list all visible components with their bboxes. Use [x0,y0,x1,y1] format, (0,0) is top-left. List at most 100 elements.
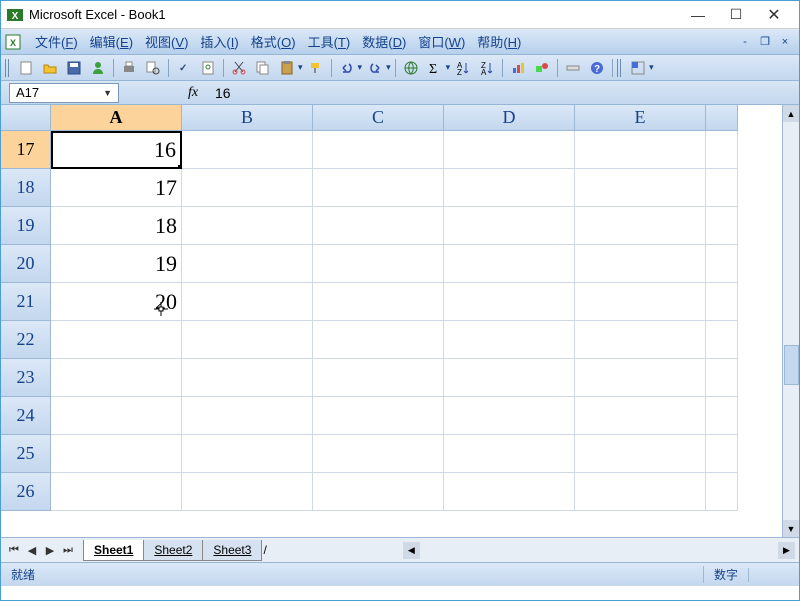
cell[interactable] [444,131,575,169]
sheet-tab[interactable]: Sheet2 [143,540,203,561]
spelling-button[interactable]: ✓ [173,57,195,79]
cell[interactable] [706,283,738,321]
cell[interactable] [313,435,444,473]
scroll-thumb[interactable] [784,345,799,385]
cell[interactable] [575,131,706,169]
menu-window[interactable]: 窗口(W) [412,30,471,53]
drawing-button[interactable] [531,57,553,79]
mdi-close-button[interactable]: × [777,35,793,49]
column-header[interactable]: C [313,105,444,131]
menu-format[interactable]: 格式(O) [245,30,302,53]
column-header[interactable]: A [51,105,182,131]
row-header[interactable]: 22 [1,321,51,359]
select-all-corner[interactable] [1,105,51,131]
cell[interactable] [313,131,444,169]
tab-prev-button[interactable]: ◀ [23,542,41,558]
toolbar-grip-2[interactable] [617,59,623,77]
row-header[interactable]: 25 [1,435,51,473]
hyperlink-button[interactable] [400,57,422,79]
borders-button[interactable] [627,57,649,79]
scroll-down-button[interactable]: ▼ [783,520,799,537]
cell[interactable] [51,435,182,473]
minimize-button[interactable]: — [679,5,717,25]
sort-asc-button[interactable]: AZ [452,57,474,79]
toolbar-grip[interactable] [5,59,11,77]
cell[interactable]: 19 [51,245,182,283]
cut-button[interactable] [228,57,250,79]
cell[interactable] [706,435,738,473]
cell[interactable] [444,283,575,321]
spreadsheet-grid[interactable]: ABCDE171618171918201921202223242526 [1,105,738,537]
excel-doc-icon[interactable]: X [5,33,23,51]
permissions-button[interactable] [87,57,109,79]
cell[interactable] [575,473,706,511]
cell[interactable] [313,207,444,245]
scroll-left-button[interactable]: ◀ [403,542,420,559]
sort-desc-button[interactable]: ZA [476,57,498,79]
cell[interactable]: 18 [51,207,182,245]
scroll-right-button[interactable]: ▶ [778,542,795,559]
cell[interactable] [444,245,575,283]
cell[interactable] [575,245,706,283]
cell[interactable] [706,207,738,245]
cell[interactable] [313,321,444,359]
cell[interactable] [706,245,738,283]
menu-data[interactable]: 数据(D) [356,30,412,53]
cell[interactable] [575,359,706,397]
fx-icon[interactable]: fx [185,85,201,101]
format-painter-button[interactable] [305,57,327,79]
new-button[interactable] [15,57,37,79]
cell[interactable] [182,435,313,473]
zoom-button[interactable] [562,57,584,79]
cell[interactable] [706,359,738,397]
scroll-up-button[interactable]: ▲ [783,105,799,122]
chart-button[interactable] [507,57,529,79]
cell[interactable] [182,169,313,207]
close-button[interactable]: ✕ [755,5,793,25]
cell[interactable] [444,397,575,435]
cell[interactable] [313,283,444,321]
menu-tools[interactable]: 工具(T) [302,30,357,53]
name-box-dropdown-icon[interactable]: ▼ [103,88,112,98]
sheet-tab[interactable]: Sheet3 [202,540,262,561]
column-header[interactable]: D [444,105,575,131]
cell[interactable] [182,207,313,245]
cell[interactable] [51,473,182,511]
column-header[interactable]: B [182,105,313,131]
tab-last-button[interactable]: ⏭ [59,542,77,558]
cell[interactable] [444,359,575,397]
name-box[interactable]: A17 ▼ [9,83,119,103]
cell[interactable] [182,131,313,169]
cell[interactable] [313,397,444,435]
cell[interactable] [575,283,706,321]
menu-help[interactable]: 帮助(H) [471,30,527,53]
sheet-tab[interactable]: Sheet1 [83,540,144,561]
tab-first-button[interactable]: ⏮ [5,542,23,558]
mdi-minimize-button[interactable]: - [737,35,753,49]
cell[interactable] [575,321,706,359]
cell[interactable] [575,435,706,473]
cell[interactable] [706,473,738,511]
open-button[interactable] [39,57,61,79]
maximize-button[interactable]: ☐ [717,5,755,25]
row-header[interactable]: 24 [1,397,51,435]
cell[interactable] [51,321,182,359]
formula-input[interactable]: 16 [207,85,799,101]
cell[interactable] [313,245,444,283]
print-preview-button[interactable] [142,57,164,79]
cell[interactable] [575,169,706,207]
autosum-button[interactable]: Σ [424,57,446,79]
cell[interactable]: 17 [51,169,182,207]
cell[interactable] [444,321,575,359]
paste-button[interactable] [276,57,298,79]
row-header[interactable]: 18 [1,169,51,207]
cell[interactable] [182,397,313,435]
cell[interactable] [444,473,575,511]
column-header[interactable] [706,105,738,131]
cell[interactable] [575,397,706,435]
cell[interactable] [313,359,444,397]
menu-edit[interactable]: 编辑(E) [84,30,139,53]
row-header[interactable]: 23 [1,359,51,397]
copy-button[interactable] [252,57,274,79]
cell[interactable] [182,359,313,397]
